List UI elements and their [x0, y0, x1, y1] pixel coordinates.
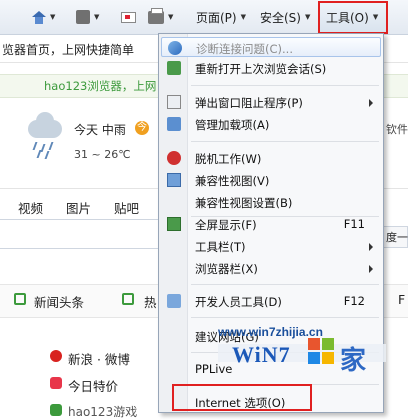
weather-today: 今天 中雨: [74, 123, 126, 137]
dev-tools-icon: [167, 294, 181, 308]
right-fragment-1: 钦件: [386, 123, 408, 136]
hot-tab[interactable]: 热: [144, 292, 157, 311]
menu-item-label: 重新打开上次浏览会话(S): [195, 62, 327, 76]
news-icon: [14, 293, 26, 305]
chevron-down-icon: ▼: [304, 13, 311, 21]
menu-item-label: 脱机工作(W): [195, 152, 262, 166]
menu-item-label: 管理加载项(A): [195, 118, 270, 132]
menu-item-toolbars[interactable]: 工具栏(T): [161, 236, 381, 256]
menu-item-work-offline[interactable]: 脱机工作(W): [161, 148, 381, 168]
windows-logo-icon: [308, 338, 336, 366]
news-headline-tab[interactable]: 新闻头条: [34, 292, 84, 311]
chevron-down-icon: ▼: [50, 13, 56, 21]
page-menu-label: 页面(P): [196, 10, 237, 25]
chevron-down-icon: ▼: [372, 13, 379, 21]
menu-item-dev-tools[interactable]: 开发人员工具(D) F12: [161, 291, 381, 311]
compat-view-icon: [167, 173, 181, 187]
search-input[interactable]: [0, 219, 160, 249]
tab-image[interactable]: 图片: [66, 198, 91, 217]
popup-blocker-icon: [167, 95, 181, 109]
menu-separator: [191, 317, 379, 318]
menu-separator: [191, 85, 379, 86]
menu-separator: [191, 284, 379, 285]
promo-link[interactable]: hao123浏览器，上网: [44, 78, 156, 94]
watermark-logo: WiN7: [232, 342, 291, 367]
menu-separator: [191, 141, 379, 142]
menu-item-popup-blocker[interactable]: 弹出窗口阻止程序(P): [161, 92, 381, 112]
menu-item-compat-settings[interactable]: 兼容性视图设置(B): [161, 192, 381, 212]
mail-icon: [121, 11, 136, 23]
menu-item-compat-view[interactable]: 兼容性视图(V): [161, 170, 381, 190]
menu-item-reopen-session[interactable]: 重新打开上次浏览会话(S): [161, 58, 381, 78]
submenu-arrow-icon: [369, 243, 373, 251]
chevron-down-icon: ▼: [168, 13, 174, 21]
menu-item-label: 诊断连接问题(C)...: [196, 42, 293, 56]
menu-item-fullscreen[interactable]: 全屏显示(F) F11: [161, 214, 381, 234]
watermark-url: www.win7zhijia.cn: [218, 325, 323, 339]
tools-menu-label: 工具(O): [326, 10, 369, 25]
read-mail-button[interactable]: [121, 7, 136, 27]
safety-menu-button[interactable]: 安全(S) ▼: [260, 7, 310, 27]
page-menu-button[interactable]: 页面(P) ▼: [196, 7, 246, 27]
sina-weibo-icon: [50, 350, 62, 362]
safety-menu-label: 安全(S): [260, 10, 301, 25]
home-icon: [32, 10, 46, 24]
menu-item-shortcut: F12: [343, 294, 365, 308]
diagnose-icon: [168, 41, 182, 55]
home-button[interactable]: ▼: [32, 7, 55, 27]
site-watermark: www.win7zhijia.cn WiN7 家: [218, 322, 388, 382]
menu-item-label: 兼容性视图(V): [195, 174, 270, 188]
menu-item-label: 开发人员工具(D): [195, 295, 282, 309]
submenu-arrow-icon: [369, 99, 373, 107]
games-link[interactable]: hao123游戏: [68, 403, 137, 420]
sina-weibo-link[interactable]: 新浪 · 微博: [68, 349, 130, 368]
menu-item-diagnose[interactable]: 诊断连接问题(C)...: [161, 37, 381, 57]
weather-temperature: 31 ~ 26℃: [74, 148, 131, 161]
right-fragment-2: 度一: [386, 231, 408, 244]
menu-item-shortcut: F11: [343, 217, 365, 231]
menu-item-explorer-bars[interactable]: 浏览器栏(X): [161, 258, 381, 278]
watermark-suffix: 家: [340, 346, 367, 376]
menu-item-label: 兼容性视图设置(B): [195, 196, 293, 210]
deals-icon: [50, 377, 62, 389]
deals-link[interactable]: 今日特价: [68, 376, 118, 395]
addons-icon: [167, 117, 181, 131]
menu-item-manage-addons[interactable]: 管理加载项(A): [161, 114, 381, 134]
menu-item-label: 弹出窗口阻止程序(P): [195, 96, 303, 110]
offline-icon: [167, 151, 181, 165]
menu-item-label: 工具栏(T): [195, 240, 246, 254]
internet-options-highlight: [172, 384, 312, 411]
reopen-icon: [167, 61, 181, 75]
tools-menu-button[interactable]: 工具(O) ▼: [326, 7, 378, 27]
chevron-down-icon: ▼: [240, 13, 246, 21]
tab-tieba[interactable]: 贴吧: [114, 198, 139, 217]
submenu-arrow-icon: [369, 265, 373, 273]
tab-video[interactable]: 视频: [18, 198, 43, 217]
feeds-button[interactable]: ▼: [76, 7, 99, 27]
print-button[interactable]: ▼: [148, 7, 173, 27]
chevron-down-icon: ▼: [94, 13, 100, 21]
weather-icon: [24, 112, 70, 159]
menu-item-label: 浏览器栏(X): [195, 262, 258, 276]
command-bar: ▼ ▼ ▼ 页面(P) ▼ 安全(S) ▼ 工具(O) ▼: [0, 0, 408, 35]
hot-icon: [122, 293, 134, 305]
menu-item-label: 全屏显示(F): [195, 218, 257, 232]
printer-icon: [148, 7, 164, 24]
rss-feed-icon: [76, 10, 90, 24]
weather-badge: 今: [135, 121, 149, 135]
page-banner-text: 览器首页，上网快捷简单: [2, 43, 135, 57]
fullscreen-icon: [167, 217, 181, 231]
games-icon: [50, 404, 62, 416]
right-fragment-3: F: [398, 292, 406, 307]
